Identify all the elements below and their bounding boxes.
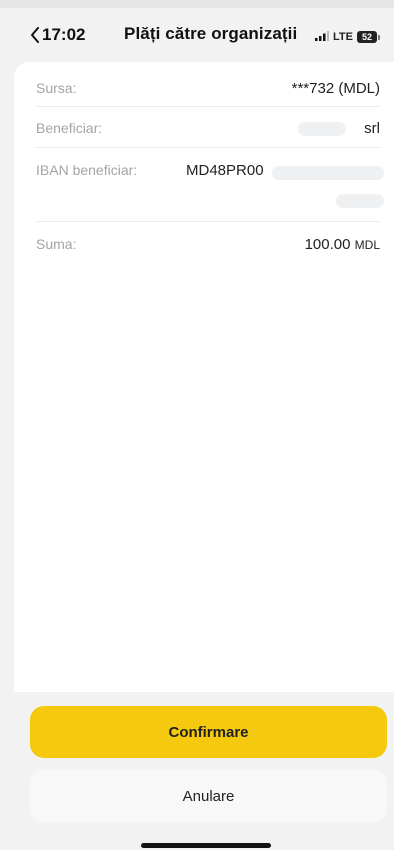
- amount-currency: MDL: [354, 238, 380, 252]
- signal-icon: [315, 28, 330, 46]
- top-edge: [0, 0, 394, 8]
- beneficiary-value: srl: [364, 120, 380, 137]
- back-button[interactable]: 17:02: [30, 22, 85, 48]
- beneficiary-label: Beneficiar:: [36, 120, 103, 136]
- amount-label: Suma:: [36, 236, 77, 252]
- iban-value: MD48PR00: [186, 162, 264, 179]
- divider: [36, 147, 380, 148]
- divider: [36, 221, 380, 222]
- status-time: 17:02: [42, 25, 86, 44]
- redacted-area: [336, 194, 384, 208]
- network-type: LTE: [333, 31, 353, 43]
- page-title: Plăți către organizații: [124, 24, 298, 43]
- battery-level: 52: [357, 31, 377, 43]
- amount-value: 100.00 MDL: [305, 236, 380, 253]
- source-label: Sursa:: [36, 80, 77, 96]
- cancel-button[interactable]: Anulare: [30, 770, 387, 822]
- redacted-area: [298, 122, 346, 136]
- payment-details-card: Sursa: ***732 (MDL) Beneficiar: srl IBAN…: [14, 62, 394, 702]
- chevron-left-icon: [30, 27, 40, 43]
- navigation-bar: 17:02 Plăți către organizații LTE 52: [0, 18, 394, 52]
- battery-icon: 52: [357, 31, 380, 43]
- confirm-button[interactable]: Confirmare: [30, 706, 387, 758]
- amount-number: 100.00: [304, 236, 351, 253]
- divider: [36, 106, 380, 107]
- home-indicator: [141, 843, 271, 848]
- status-icons: LTE 52: [315, 28, 380, 46]
- redacted-area: [272, 166, 384, 180]
- source-value: ***732 (MDL): [291, 80, 380, 97]
- iban-label: IBAN beneficiar:: [36, 162, 138, 178]
